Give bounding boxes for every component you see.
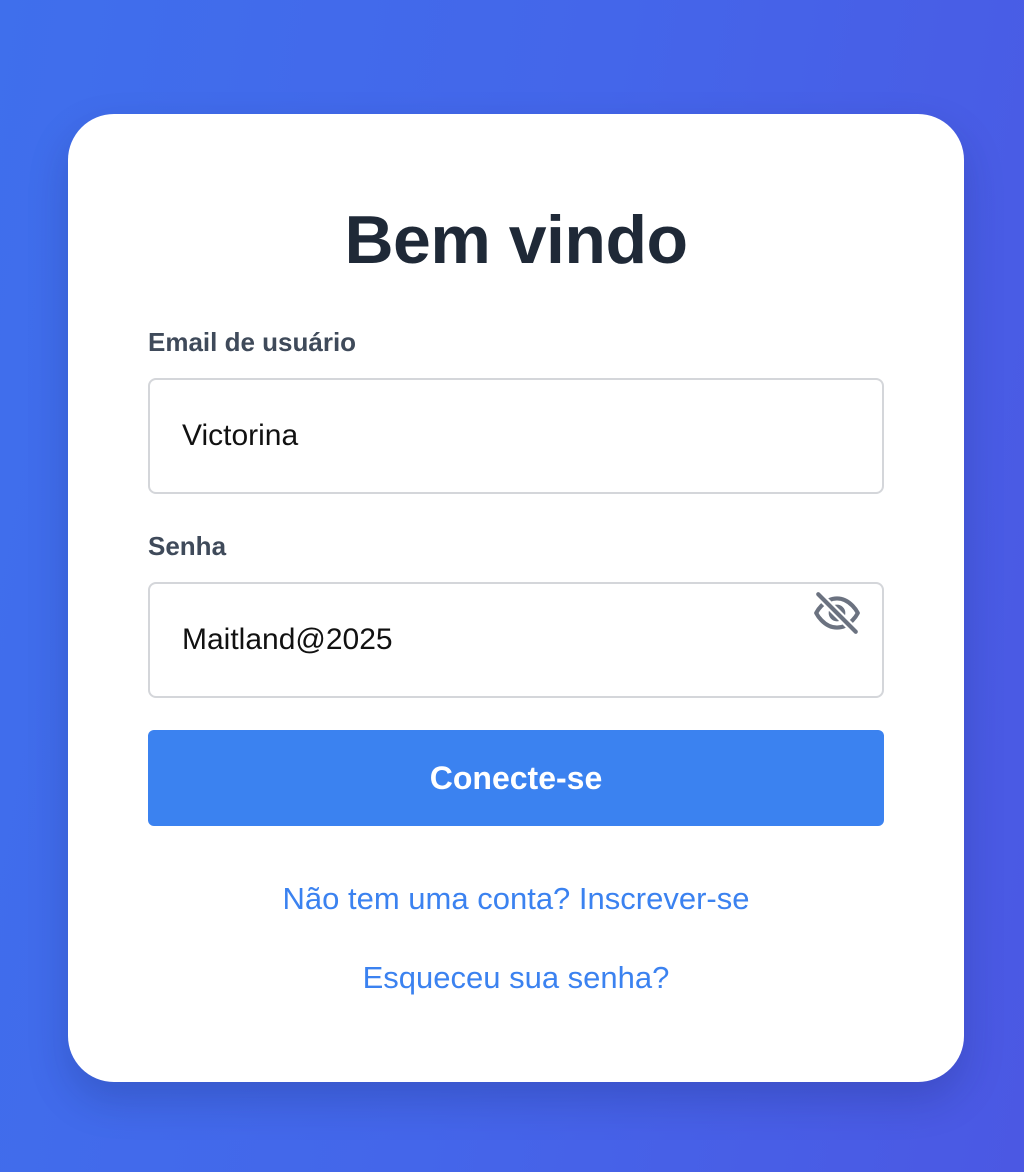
login-button[interactable]: Conecte-se [148, 730, 884, 826]
login-card: Bem vindo Email de usuário Senha Conecte… [68, 114, 964, 1082]
forgot-password-link[interactable]: Esqueceu sua senha? [68, 958, 964, 998]
email-label: Email de usuário [148, 327, 357, 357]
password-field[interactable] [182, 584, 782, 696]
password-field-container [148, 582, 884, 698]
email-field[interactable] [182, 380, 782, 492]
email-field-container [148, 378, 884, 494]
eye-off-icon[interactable] [812, 588, 862, 638]
signup-link[interactable]: Não tem uma conta? Inscrever-se [68, 879, 964, 919]
password-label: Senha [148, 531, 227, 561]
page-title: Bem vindo [344, 202, 688, 278]
